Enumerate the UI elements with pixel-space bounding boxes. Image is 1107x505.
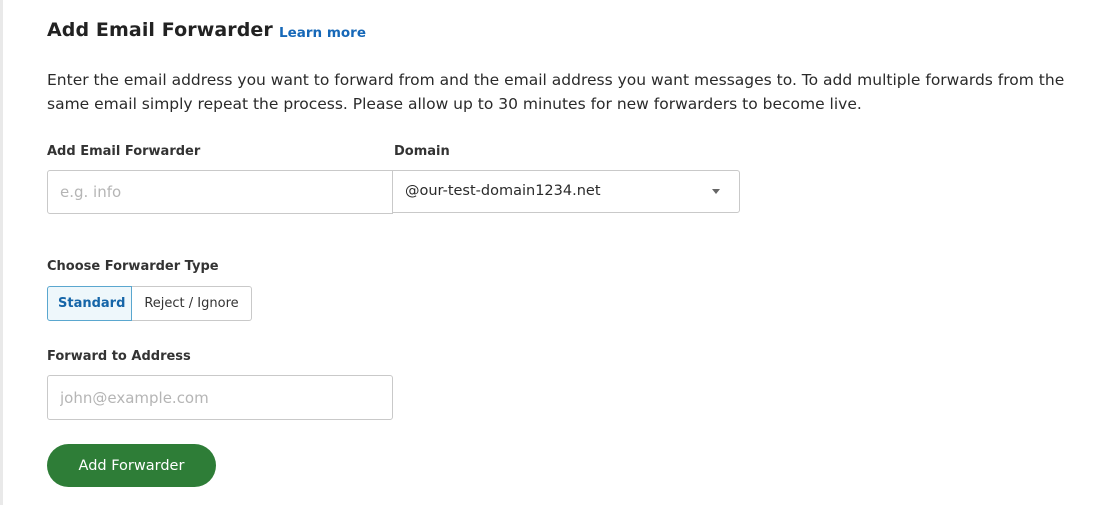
caret-down-icon [712,189,720,194]
type-reject-ignore-button[interactable]: Reject / Ignore [132,286,252,321]
domain-label: Domain [394,144,450,159]
domain-select[interactable]: @our-test-domain1234.net [392,170,740,213]
add-forwarder-button[interactable]: Add Forwarder [47,444,216,487]
learn-more-link[interactable]: Learn more [279,25,366,41]
forwarder-label: Add Email Forwarder [47,144,201,159]
forward-to-input[interactable] [47,375,393,420]
forwarder-type-toggle: Standard Reject / Ignore [47,286,252,321]
domain-selected-value: @our-test-domain1234.net [405,183,601,199]
left-border-rule [0,0,3,505]
page-title: Add Email Forwarder [47,19,273,41]
forwarder-type-label: Choose Forwarder Type [47,259,219,274]
type-standard-button[interactable]: Standard [47,286,132,321]
forwarder-input[interactable] [47,170,393,214]
page-description: Enter the email address you want to forw… [47,71,1065,113]
forward-to-label: Forward to Address [47,349,191,364]
